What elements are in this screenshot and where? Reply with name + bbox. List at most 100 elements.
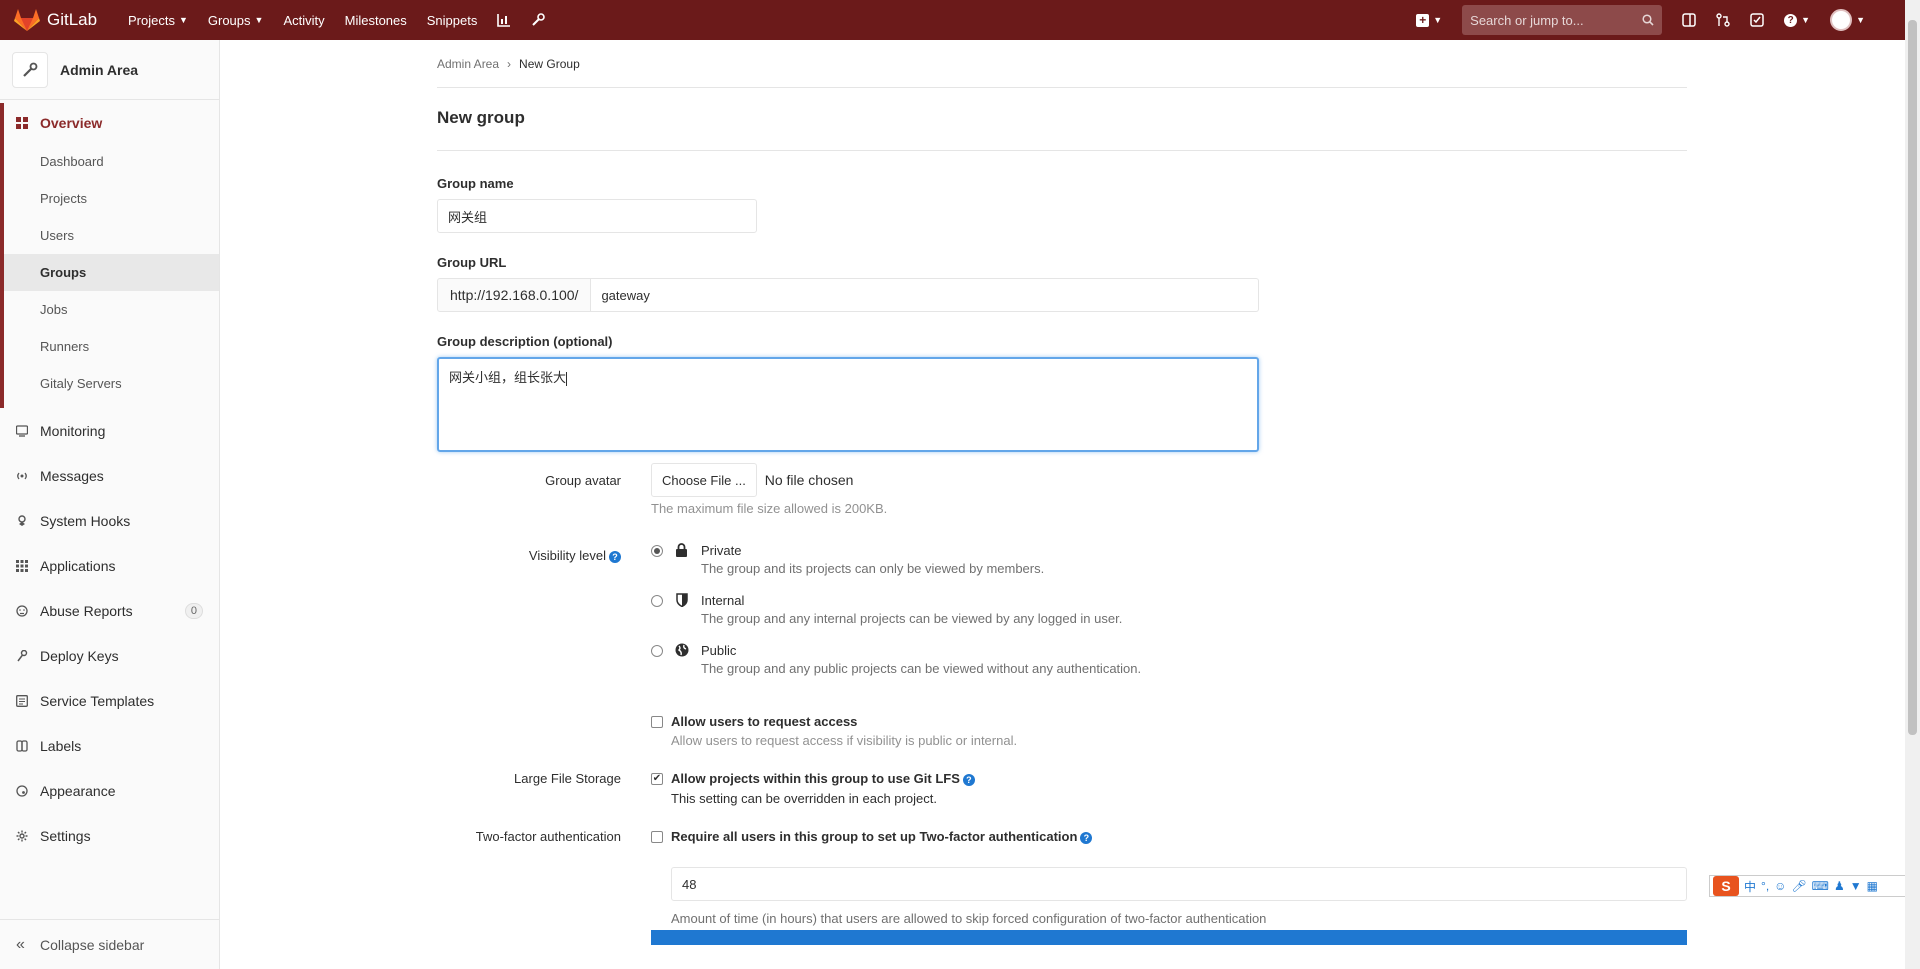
breadcrumb-admin-area[interactable]: Admin Area — [437, 57, 499, 71]
search-input[interactable]: Search or jump to... — [1462, 5, 1663, 35]
visibility-private-desc: The group and its projects can only be v… — [701, 561, 1045, 576]
nav-snippets[interactable]: Snippets — [417, 0, 488, 40]
chevron-down-icon: ▼ — [254, 15, 264, 25]
visibility-internal-radio[interactable] — [651, 595, 663, 607]
tfa-grace-period-input[interactable]: 48 — [671, 867, 1687, 901]
sidebar-item-label: Monitoring — [40, 422, 106, 439]
skin-icon[interactable]: ▼ — [1850, 879, 1862, 893]
navbar-right: + ▼ Search or jump to... ? ▼ ▼ — [1406, 0, 1905, 40]
sidebar-item-users[interactable]: Users — [0, 217, 219, 254]
sidebar-toggle-icon[interactable] — [1672, 0, 1706, 40]
sidebar-item-monitoring[interactable]: Monitoring — [0, 408, 219, 453]
user-icon[interactable]: ♟ — [1834, 879, 1845, 893]
nav-projects[interactable]: Projects ▼ — [118, 0, 198, 40]
sidebar-item-service-templates[interactable]: Service Templates — [0, 678, 219, 723]
sidebar-item-projects[interactable]: Projects — [0, 180, 219, 217]
lfs-title-row: Allow projects within this group to use … — [671, 771, 1371, 786]
group-description-label: Group description (optional) — [437, 334, 613, 349]
wrench-icon — [12, 51, 48, 88]
user-menu[interactable]: ▼ — [1820, 0, 1875, 40]
collapse-sidebar-button[interactable]: « Collapse sidebar — [0, 919, 219, 969]
group-url-field: http://192.168.0.100/ gateway — [437, 278, 1259, 312]
sidebar-item-jobs[interactable]: Jobs — [0, 291, 219, 328]
punctuation-icon[interactable]: °, — [1761, 879, 1769, 893]
help-dropdown[interactable]: ? ▼ — [1774, 0, 1820, 40]
visibility-internal-title: Internal — [701, 593, 745, 608]
visibility-public-text: Public The group and any public projects… — [701, 643, 1401, 676]
sidebar-item-groups[interactable]: Groups — [0, 254, 219, 291]
no-file-chosen-text: No file chosen — [764, 471, 854, 488]
keyboard-icon[interactable]: ⌨ — [1812, 879, 1829, 893]
tfa-text: Require all users in this group to set u… — [671, 829, 1571, 844]
sidebar-item-messages[interactable]: Messages — [0, 453, 219, 498]
scrollbar-thumb[interactable] — [1908, 20, 1917, 735]
visibility-public-radio[interactable] — [651, 645, 663, 657]
breadcrumb-current[interactable]: New Group — [519, 57, 580, 71]
sidebar-item-system-hooks[interactable]: System Hooks — [0, 498, 219, 543]
tfa-checkbox[interactable] — [651, 831, 663, 843]
active-indicator — [0, 103, 4, 408]
menu-grid-icon[interactable]: ▦ — [1867, 879, 1878, 893]
page-scrollbar[interactable] — [1905, 0, 1920, 969]
plus-square-icon: + — [1416, 13, 1430, 27]
question-circle-icon[interactable]: ? — [1080, 831, 1093, 844]
template-icon — [16, 694, 40, 707]
nav-activity[interactable]: Activity — [273, 0, 334, 40]
merge-request-icon[interactable] — [1706, 0, 1740, 40]
sidebar-item-label: Settings — [40, 827, 91, 844]
group-url-label: Group URL — [437, 255, 507, 270]
page-title: New group — [437, 88, 1687, 151]
group-path-input[interactable]: gateway — [591, 278, 1259, 312]
globe-icon — [675, 643, 689, 660]
url-prefix: http://192.168.0.100/ — [437, 278, 592, 312]
chart-icon[interactable] — [487, 0, 521, 40]
sidebar-item-gitaly-servers[interactable]: Gitaly Servers — [0, 365, 219, 402]
ime-language-toggle[interactable]: 中 — [1744, 878, 1756, 895]
create-group-button[interactable] — [651, 930, 1687, 945]
sidebar-item-abuse-reports[interactable]: Abuse Reports 0 — [0, 588, 219, 633]
group-description-textarea[interactable]: 网关小组，组长张大 — [437, 357, 1259, 452]
monitor-icon — [16, 424, 40, 437]
nav-activity-label: Activity — [283, 12, 325, 28]
sidebar-item-overview[interactable]: Overview — [0, 103, 219, 143]
question-circle-icon[interactable]: ? — [609, 550, 621, 563]
double-chevron-left-icon: « — [16, 935, 25, 953]
visibility-private-title: Private — [701, 543, 742, 558]
sidebar-item-settings[interactable]: Settings — [0, 813, 219, 858]
visibility-level-label: Visibility level? — [437, 548, 621, 563]
wrench-icon[interactable] — [521, 0, 555, 40]
sidebar-item-applications[interactable]: Applications — [0, 543, 219, 588]
nav-groups[interactable]: Groups ▼ — [198, 0, 274, 40]
group-name-input[interactable]: 网关组 — [437, 199, 757, 233]
sidebar-item-label: Labels — [40, 737, 82, 754]
user-avatar — [1830, 9, 1853, 31]
microphone-icon[interactable]: 🎤︎ — [1791, 879, 1806, 893]
nav-milestones[interactable]: Milestones — [335, 0, 417, 40]
choose-file-button[interactable]: Choose File ... — [651, 463, 757, 497]
sidebar-header[interactable]: Admin Area — [0, 40, 219, 100]
sidebar-item-appearance[interactable]: Appearance — [0, 768, 219, 813]
tfa-title: Require all users in this group to set u… — [671, 829, 1078, 844]
chevron-down-icon: ▼ — [178, 15, 188, 25]
lock-icon — [675, 543, 688, 560]
sidebar-item-runners[interactable]: Runners — [0, 328, 219, 365]
sidebar-item-dashboard[interactable]: Dashboard — [0, 143, 219, 180]
visibility-internal-text: Internal The group and any internal proj… — [701, 593, 1401, 626]
todo-icon[interactable] — [1740, 0, 1774, 40]
sidebar-item-deploy-keys[interactable]: Deploy Keys — [0, 633, 219, 678]
search-placeholder: Search or jump to... — [1470, 12, 1584, 28]
sidebar-overview-section: Overview Dashboard Projects Users Groups… — [0, 103, 219, 408]
sidebar-item-label: Applications — [40, 557, 116, 574]
lfs-checkbox[interactable]: ✔ — [651, 773, 663, 785]
help-icon: ? — [1784, 13, 1798, 27]
new-item-dropdown[interactable]: + ▼ — [1406, 0, 1452, 40]
sogou-logo-icon[interactable]: S — [1713, 876, 1739, 896]
visibility-private-radio[interactable] — [651, 545, 663, 557]
tfa-title-row: Require all users in this group to set u… — [671, 829, 1571, 844]
question-circle-icon[interactable]: ? — [962, 773, 975, 786]
gitlab-home-link[interactable]: GitLab — [0, 8, 118, 32]
sidebar-item-label: Abuse Reports — [40, 602, 133, 619]
sidebar-item-labels[interactable]: Labels — [0, 723, 219, 768]
request-access-checkbox[interactable] — [651, 716, 663, 728]
emoji-icon[interactable]: ☺ — [1774, 879, 1786, 893]
